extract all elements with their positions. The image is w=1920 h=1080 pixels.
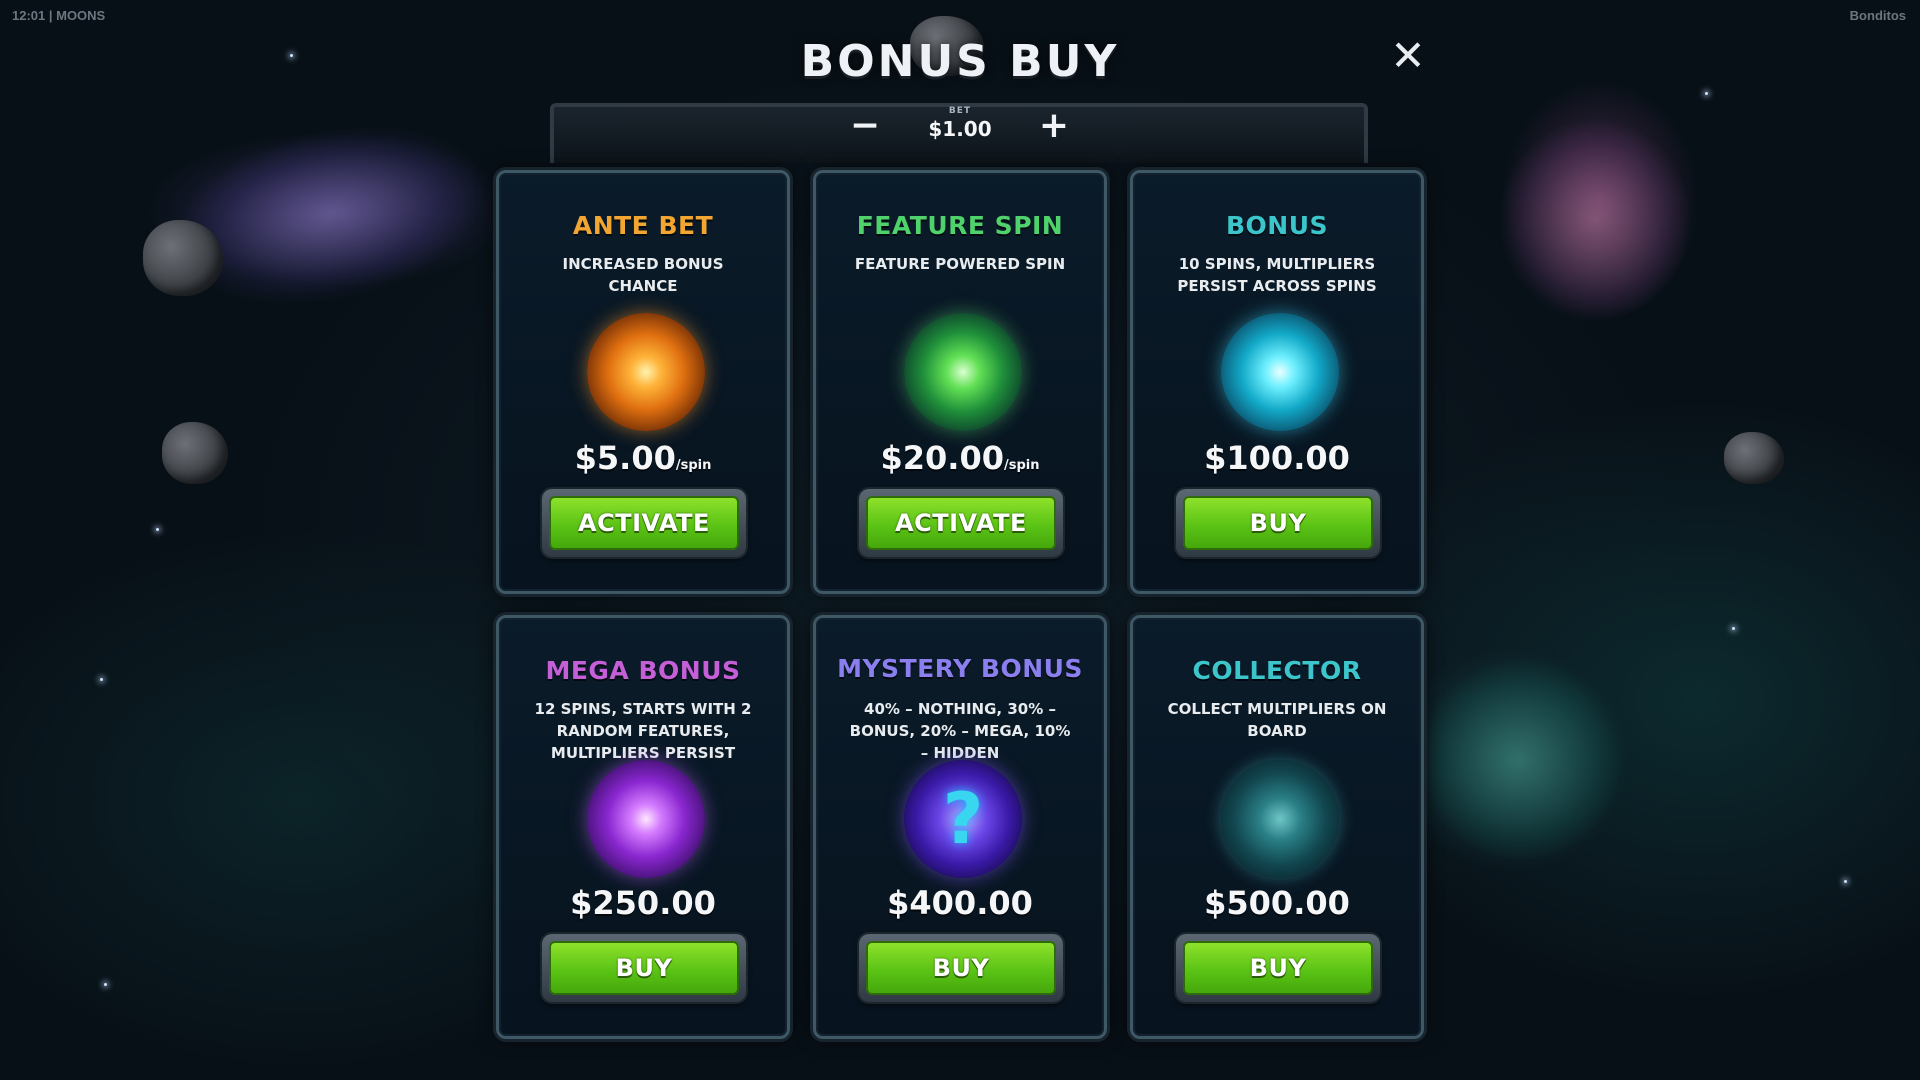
- card-title: COLLECTOR: [1192, 656, 1362, 685]
- asteroid-decoration: [143, 220, 223, 296]
- activate-button[interactable]: ACTIVATE: [542, 489, 746, 557]
- buy-button[interactable]: BUY: [1176, 489, 1380, 557]
- buy-button-label: BUY: [1183, 496, 1373, 550]
- session-info: 12:01 | MOONS: [12, 8, 106, 23]
- price-amount: $5.00: [574, 439, 676, 477]
- purple-vortex-orb-icon: [587, 760, 705, 878]
- galaxy-decoration: [155, 98, 505, 332]
- card-title: BONUS: [1225, 211, 1329, 240]
- card-description: INCREASED BONUS CHANCE: [562, 255, 724, 295]
- price-unit: /spin: [1003, 458, 1040, 473]
- card-title: MEGA BONUS: [545, 656, 741, 685]
- star-decoration: [1732, 627, 1735, 630]
- price-amount: $400.00: [887, 884, 1033, 922]
- buy-button-label: BUY: [549, 941, 739, 995]
- star-decoration: [156, 528, 159, 531]
- price-amount: $100.00: [1204, 439, 1350, 477]
- activate-button-label: ACTIVATE: [549, 496, 739, 550]
- buy-button-label: BUY: [1183, 941, 1373, 995]
- activate-button[interactable]: ACTIVATE: [859, 489, 1063, 557]
- octopus-orb-icon: [1221, 760, 1339, 878]
- star-decoration: [100, 678, 103, 681]
- star-decoration: [104, 983, 107, 986]
- card-description: FEATURE POWERED SPIN: [854, 255, 1066, 273]
- activate-button-label: ACTIVATE: [866, 496, 1056, 550]
- card-mystery-bonus: MYSTERY BONUS 40% – NOTHING, 30% – BONUS…: [813, 615, 1107, 1039]
- bet-value: $1.00: [928, 117, 992, 141]
- bet-decrease-button[interactable]: −: [845, 108, 885, 144]
- card-price: $100.00: [1133, 439, 1421, 477]
- card-collector: COLLECTOR COLLECT MULTIPLIERS ON BOARD $…: [1130, 615, 1424, 1039]
- asteroid-decoration: [162, 422, 228, 484]
- card-title: ANTE BET: [572, 211, 714, 240]
- card-price: $5.00/spin: [499, 439, 787, 477]
- card-price: $250.00: [499, 884, 787, 922]
- orange-vortex-orb-icon: [587, 313, 705, 431]
- star-decoration: [1705, 92, 1708, 95]
- brand-label: Bonditos: [1849, 8, 1906, 23]
- card-description: COLLECT MULTIPLIERS ON BOARD: [1167, 700, 1387, 740]
- star-decoration: [1844, 880, 1847, 883]
- question-mark-glyph: ?: [942, 778, 984, 860]
- close-icon[interactable]: ✕: [1388, 35, 1428, 77]
- price-unit: /spin: [675, 458, 712, 473]
- buy-button[interactable]: BUY: [859, 934, 1063, 1002]
- card-ante-bet: ANTE BET INCREASED BONUS CHANCE $5.00/sp…: [496, 170, 790, 594]
- card-title: MYSTERY BONUS: [837, 654, 1083, 683]
- price-amount: $500.00: [1204, 884, 1350, 922]
- page-title: BONUS BUY: [800, 36, 1120, 87]
- buy-button-label: BUY: [866, 941, 1056, 995]
- card-price: $400.00: [816, 884, 1104, 922]
- card-feature-spin: FEATURE SPIN FEATURE POWERED SPIN $20.00…: [813, 170, 1107, 594]
- price-amount: $250.00: [570, 884, 716, 922]
- card-description: 40% – NOTHING, 30% – BONUS, 20% – MEGA, …: [849, 700, 1071, 762]
- bet-label: BET: [948, 106, 972, 116]
- card-bonus: BONUS 10 SPINS, MULTIPLIERS PERSIST ACRO…: [1130, 170, 1424, 594]
- buy-button[interactable]: BUY: [1176, 934, 1380, 1002]
- green-energy-orb-icon: [904, 313, 1022, 431]
- galaxy-decoration: [1420, 660, 1620, 860]
- cyan-vortex-orb-icon: [1221, 313, 1339, 431]
- question-mark-orb-icon: ?: [904, 760, 1022, 878]
- buy-button[interactable]: BUY: [542, 934, 746, 1002]
- card-description: 10 SPINS, MULTIPLIERS PERSIST ACROSS SPI…: [1177, 255, 1377, 295]
- asteroid-decoration: [1724, 432, 1784, 484]
- card-description: 12 SPINS, STARTS WITH 2 RANDOM FEATURES,…: [534, 700, 752, 762]
- card-price: $500.00: [1133, 884, 1421, 922]
- galaxy-decoration: [1500, 120, 1690, 320]
- card-title: FEATURE SPIN: [856, 211, 1064, 240]
- bet-increase-button[interactable]: +: [1034, 108, 1074, 144]
- card-price: $20.00/spin: [816, 439, 1104, 477]
- card-mega-bonus: MEGA BONUS 12 SPINS, STARTS WITH 2 RANDO…: [496, 615, 790, 1039]
- price-amount: $20.00: [880, 439, 1004, 477]
